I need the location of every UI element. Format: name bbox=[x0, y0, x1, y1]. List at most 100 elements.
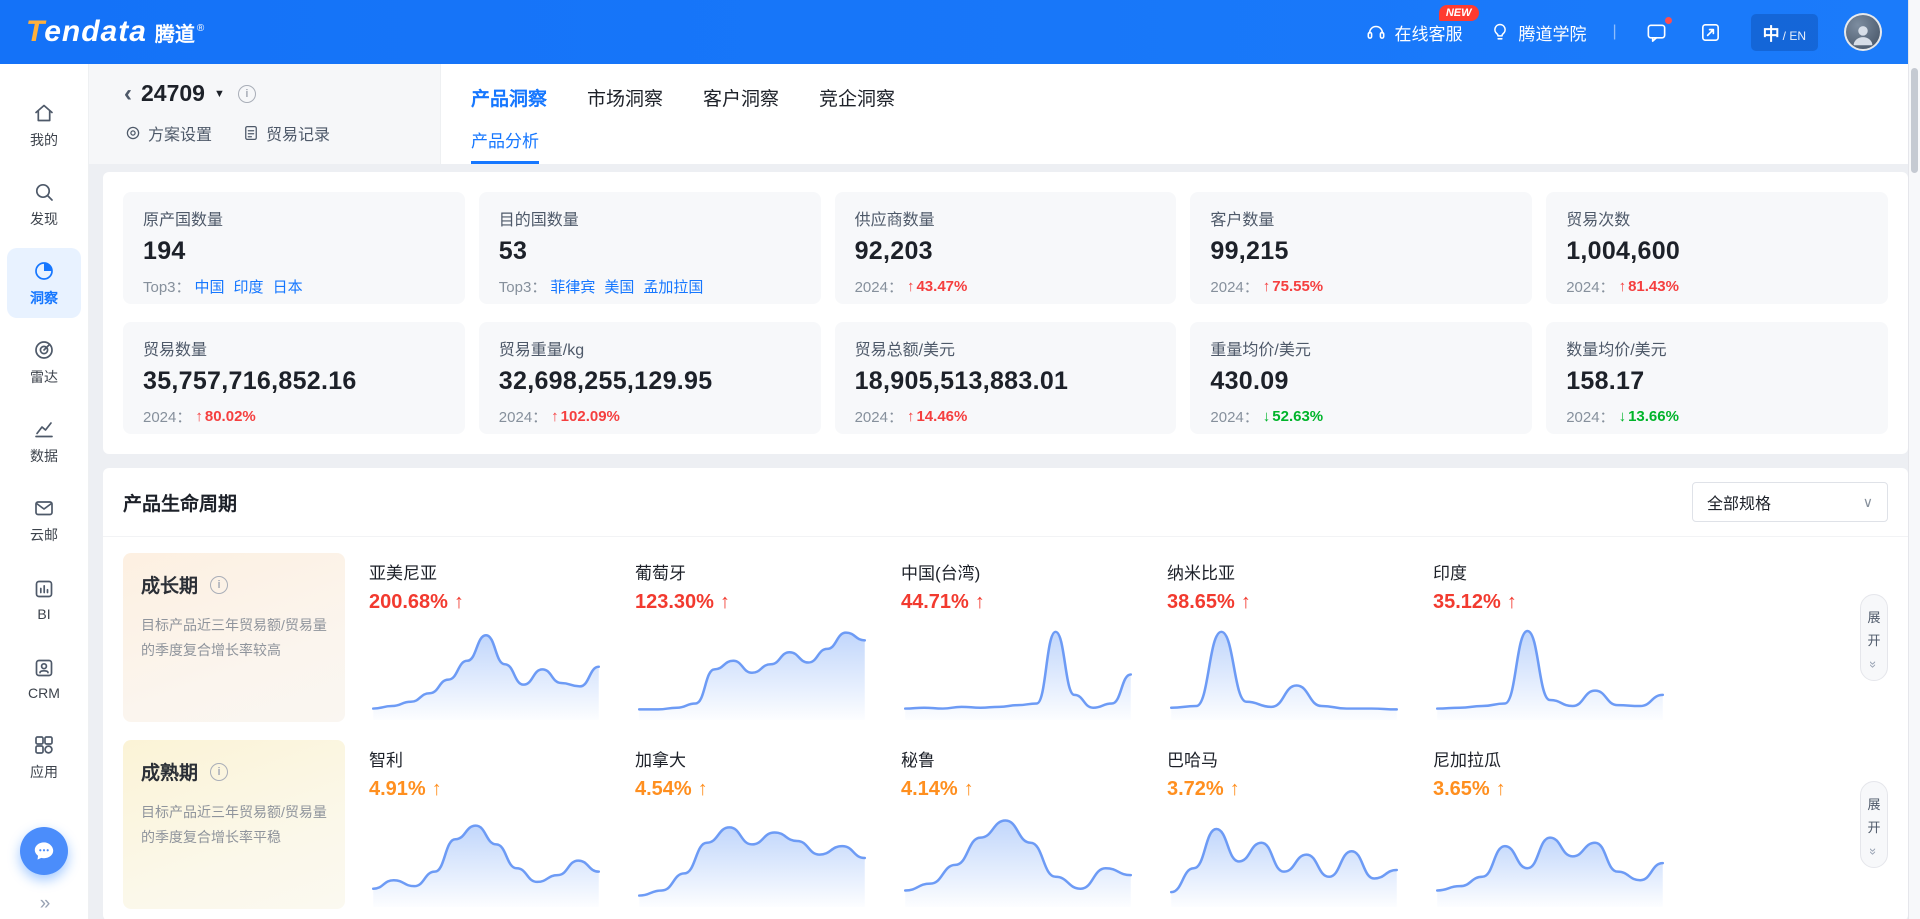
country-card-namibia[interactable]: 纳米比亚 38.65%↑ bbox=[1159, 553, 1409, 722]
sidebar-item-apps[interactable]: 应用 bbox=[7, 722, 81, 792]
sidebar-item-cloudmail[interactable]: 云邮 bbox=[7, 485, 81, 555]
stage-info-icon[interactable]: i bbox=[210, 763, 228, 781]
growth-pct: 44.71% bbox=[901, 591, 969, 614]
trend-down-icon: ↓ bbox=[1619, 408, 1627, 425]
growth-pct: 4.14% bbox=[901, 778, 958, 801]
trend: ↑43.47% bbox=[907, 278, 967, 295]
topbar-divider: | bbox=[1613, 23, 1617, 41]
expand-label-char: 开 bbox=[1867, 630, 1880, 649]
scheme-id[interactable]: 24709 bbox=[141, 80, 205, 107]
trend: ↓13.66% bbox=[1619, 408, 1679, 425]
academy-button[interactable]: 腾道学院 bbox=[1489, 20, 1587, 45]
stat-foot: Top3： 菲律宾 美国 孟加拉国 bbox=[499, 276, 801, 297]
sidebar-item-discover[interactable]: 发现 bbox=[7, 169, 81, 239]
messages-button[interactable] bbox=[1643, 18, 1671, 46]
trend-pct: 80.02% bbox=[205, 408, 256, 425]
tab-product-insight[interactable]: 产品洞察 bbox=[471, 84, 547, 111]
stat-card-trade-count: 贸易次数 1,004,600 2024： ↑81.43% bbox=[1546, 192, 1888, 304]
lifecycle-header: 产品生命周期 全部规格 ∨ bbox=[103, 468, 1908, 537]
tab-market-insight[interactable]: 市场洞察 bbox=[587, 84, 663, 111]
year-label: 2024： bbox=[1210, 276, 1258, 297]
sidebar-expand-chevrons[interactable]: » bbox=[0, 893, 88, 915]
country-card-canada[interactable]: 加拿大 4.54%↑ bbox=[627, 740, 877, 909]
expand-growth-button[interactable]: 展 开 » bbox=[1860, 594, 1888, 681]
sidebar-item-mine[interactable]: 我的 bbox=[7, 90, 81, 160]
stats-panel: 原产国数量 194 Top3： 中国 印度 日本 目的国数量 53 Top3： bbox=[103, 172, 1908, 454]
stat-card-destination-countries: 目的国数量 53 Top3： 菲律宾 美国 孟加拉国 bbox=[479, 192, 821, 304]
sidebar-item-radar[interactable]: 雷达 bbox=[7, 327, 81, 397]
country-card-chile[interactable]: 智利 4.91%↑ bbox=[361, 740, 611, 909]
trend-pct: 13.66% bbox=[1628, 408, 1679, 425]
lang-en: / EN bbox=[1783, 29, 1806, 43]
customer-chat-bubble[interactable] bbox=[20, 827, 68, 875]
sidebar-item-data[interactable]: 数据 bbox=[7, 406, 81, 476]
country-name: 印度 bbox=[1433, 559, 1667, 584]
top3-link[interactable]: 日本 bbox=[273, 276, 303, 297]
trend-pct: 102.09% bbox=[561, 408, 620, 425]
stat-foot: 2024： ↓52.63% bbox=[1210, 406, 1512, 427]
trend-up-icon: ↑ bbox=[1496, 778, 1506, 801]
stat-card-origin-countries: 原产国数量 194 Top3： 中国 印度 日本 bbox=[123, 192, 465, 304]
tendata-logo[interactable]: Tendata 腾道 ® bbox=[26, 15, 204, 49]
country-card-nicaragua[interactable]: 尼加拉瓜 3.65%↑ bbox=[1425, 740, 1675, 909]
top3-link[interactable]: 孟加拉国 bbox=[643, 276, 703, 297]
stage-name: 成熟期 bbox=[141, 758, 198, 785]
stage-description: 目标产品近三年贸易额/贸易量的季度复合增长率较高 bbox=[141, 613, 327, 663]
bulb-icon bbox=[1489, 21, 1511, 43]
scheme-info-icon[interactable]: i bbox=[238, 85, 256, 103]
scheme-settings-button[interactable]: 方案设置 bbox=[124, 121, 212, 145]
stats-row-2: 贸易数量 35,757,716,852.16 2024： ↑80.02% 贸易重… bbox=[123, 322, 1888, 434]
back-button[interactable]: ‹ bbox=[124, 82, 132, 106]
workspace-button[interactable] bbox=[1697, 18, 1725, 46]
scrollbar-thumb[interactable] bbox=[1911, 68, 1918, 173]
stat-title: 重量均价/美元 bbox=[1210, 336, 1512, 360]
user-avatar[interactable] bbox=[1844, 13, 1882, 51]
vertical-scrollbar[interactable] bbox=[1908, 0, 1920, 919]
country-card-armenia[interactable]: 亚美尼亚 200.68%↑ bbox=[361, 553, 611, 722]
trend-down-icon: ↓ bbox=[1263, 408, 1271, 425]
year-label: 2024： bbox=[1566, 406, 1614, 427]
sidebar-item-crm[interactable]: CRM bbox=[7, 643, 81, 713]
tab-competitor-insight[interactable]: 竞企洞察 bbox=[819, 84, 895, 111]
mail-icon bbox=[32, 496, 56, 520]
stat-foot: 2024： ↑14.46% bbox=[855, 406, 1157, 427]
top3-link[interactable]: 中国 bbox=[195, 276, 225, 297]
country-card-portugal[interactable]: 葡萄牙 123.30%↑ bbox=[627, 553, 877, 722]
trade-records-button[interactable]: 贸易记录 bbox=[242, 121, 330, 145]
stats-row-1: 原产国数量 194 Top3： 中国 印度 日本 目的国数量 53 Top3： bbox=[123, 192, 1888, 304]
country-name: 亚美尼亚 bbox=[369, 559, 603, 584]
country-card-bahamas[interactable]: 巴哈马 3.72%↑ bbox=[1159, 740, 1409, 909]
growth-pct: 3.72% bbox=[1167, 778, 1224, 801]
subtab-product-analysis[interactable]: 产品分析 bbox=[471, 127, 539, 164]
tab-customer-insight[interactable]: 客户洞察 bbox=[703, 84, 779, 111]
stage-info-icon[interactable]: i bbox=[210, 576, 228, 594]
online-service-button[interactable]: 在线客服 NEW bbox=[1365, 20, 1463, 45]
logo-cn: 腾道 bbox=[155, 18, 195, 47]
growth-pct: 123.30% bbox=[635, 591, 714, 614]
country-card-taiwan[interactable]: 中国(台湾) 44.71%↑ bbox=[893, 553, 1143, 722]
country-card-india[interactable]: 印度 35.12%↑ bbox=[1425, 553, 1675, 722]
trend: ↑75.55% bbox=[1263, 278, 1323, 295]
stat-card-customers: 客户数量 99,215 2024： ↑75.55% bbox=[1190, 192, 1532, 304]
top3-link[interactable]: 印度 bbox=[234, 276, 264, 297]
trend-pct: 52.63% bbox=[1272, 408, 1323, 425]
country-card-peru[interactable]: 秘鲁 4.14%↑ bbox=[893, 740, 1143, 909]
scheme-dropdown-caret-icon[interactable]: ▼ bbox=[214, 88, 225, 100]
stat-foot: 2024： ↑80.02% bbox=[143, 406, 445, 427]
insight-tabs-area: 产品洞察 市场洞察 客户洞察 竞企洞察 产品分析 bbox=[441, 64, 1908, 164]
spec-filter-select[interactable]: 全部规格 ∨ bbox=[1692, 482, 1888, 522]
top3-link[interactable]: 菲律宾 bbox=[550, 276, 595, 297]
sidebar-item-label: 雷达 bbox=[30, 367, 58, 387]
sidebar-item-insight[interactable]: 洞察 bbox=[7, 248, 81, 318]
sparkline-chart bbox=[1433, 618, 1667, 722]
expand-maturity-button[interactable]: 展 开 » bbox=[1860, 781, 1888, 868]
top3-link[interactable]: 美国 bbox=[604, 276, 634, 297]
stat-title: 贸易总额/美元 bbox=[855, 336, 1157, 360]
language-toggle[interactable]: 中 / EN bbox=[1751, 14, 1818, 51]
stat-title: 供应商数量 bbox=[855, 206, 1157, 230]
sidebar-item-bi[interactable]: BI bbox=[7, 564, 81, 634]
growth-pct: 38.65% bbox=[1167, 591, 1235, 614]
double-chevron-icon: » bbox=[1866, 661, 1881, 666]
country-name: 尼加拉瓜 bbox=[1433, 746, 1667, 771]
crm-icon bbox=[32, 656, 56, 680]
